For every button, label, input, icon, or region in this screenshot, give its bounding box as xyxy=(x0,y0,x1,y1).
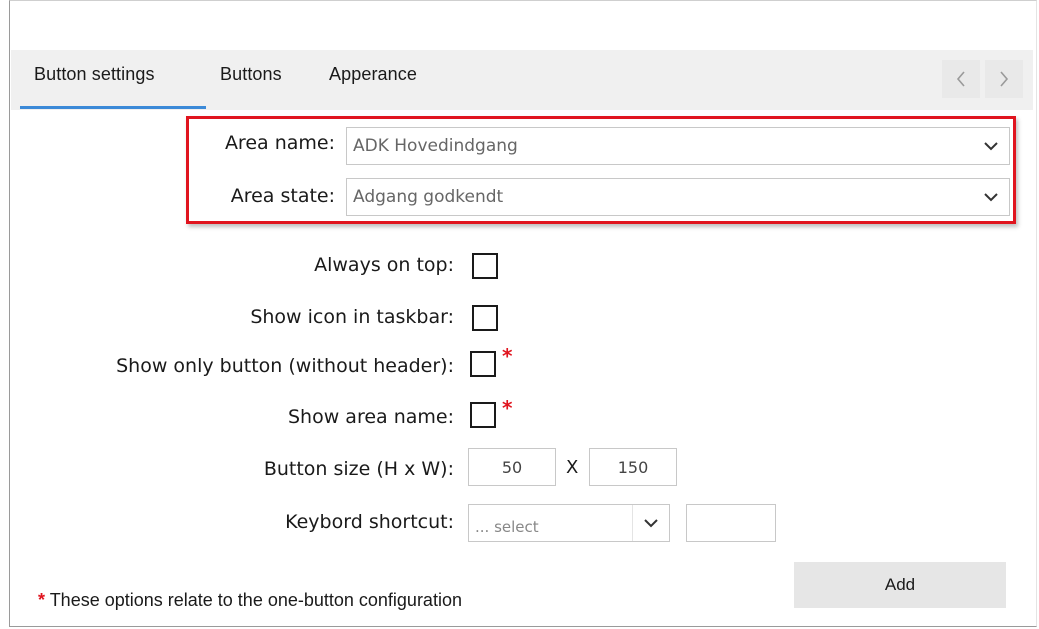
footnote-marker: * xyxy=(38,590,46,610)
show-area-name-label: Show area name: xyxy=(288,406,454,428)
chevron-left-icon xyxy=(956,71,965,87)
area-name-select[interactable]: ADK Hovedindgang xyxy=(346,127,1010,165)
chevron-down-icon xyxy=(973,179,1009,215)
footnote: * These options relate to the one-button… xyxy=(38,590,462,611)
area-state-label: Area state: xyxy=(230,185,335,207)
button-width-input[interactable]: 150 xyxy=(589,448,677,486)
size-separator: X xyxy=(566,457,579,478)
add-button[interactable]: Add xyxy=(794,562,1006,608)
tab-apperance[interactable]: Apperance xyxy=(329,64,417,85)
show-only-button-label: Show only button (without header): xyxy=(116,355,454,377)
show-only-button-checkbox[interactable] xyxy=(470,351,496,377)
tab-bar xyxy=(11,50,1033,110)
footnote-text: These options relate to the one-button c… xyxy=(45,590,462,610)
shortcut-modifier-value: ... select xyxy=(475,518,539,536)
shortcut-key-input[interactable] xyxy=(686,504,776,542)
tab-next-button[interactable] xyxy=(985,60,1023,98)
tab-prev-button[interactable] xyxy=(942,60,980,98)
button-height-input[interactable]: 50 xyxy=(468,448,556,486)
button-size-label: Button size (H x W): xyxy=(263,458,454,480)
chevron-down-icon xyxy=(632,505,669,541)
tab-button-settings[interactable]: Button settings xyxy=(34,64,155,85)
area-name-label: Area name: xyxy=(224,132,335,154)
shortcut-modifier-select[interactable]: ... select xyxy=(468,504,670,542)
show-icon-taskbar-label: Show icon in taskbar: xyxy=(250,306,454,328)
show-area-name-checkbox[interactable] xyxy=(470,402,496,428)
show-icon-taskbar-checkbox[interactable] xyxy=(472,305,498,331)
always-on-top-label: Always on top: xyxy=(314,254,454,276)
area-state-value: Adgang godkendt xyxy=(353,187,504,207)
required-marker: * xyxy=(502,396,513,420)
required-marker: * xyxy=(502,344,513,368)
keyboard-shortcut-label: Keybord shortcut: xyxy=(285,511,454,533)
always-on-top-checkbox[interactable] xyxy=(472,253,498,279)
area-state-select[interactable]: Adgang godkendt xyxy=(346,178,1010,216)
tab-buttons[interactable]: Buttons xyxy=(220,64,282,85)
active-tab-indicator xyxy=(20,106,206,109)
area-name-value: ADK Hovedindgang xyxy=(353,136,518,156)
chevron-down-icon xyxy=(973,128,1009,164)
chevron-right-icon xyxy=(1000,71,1009,87)
